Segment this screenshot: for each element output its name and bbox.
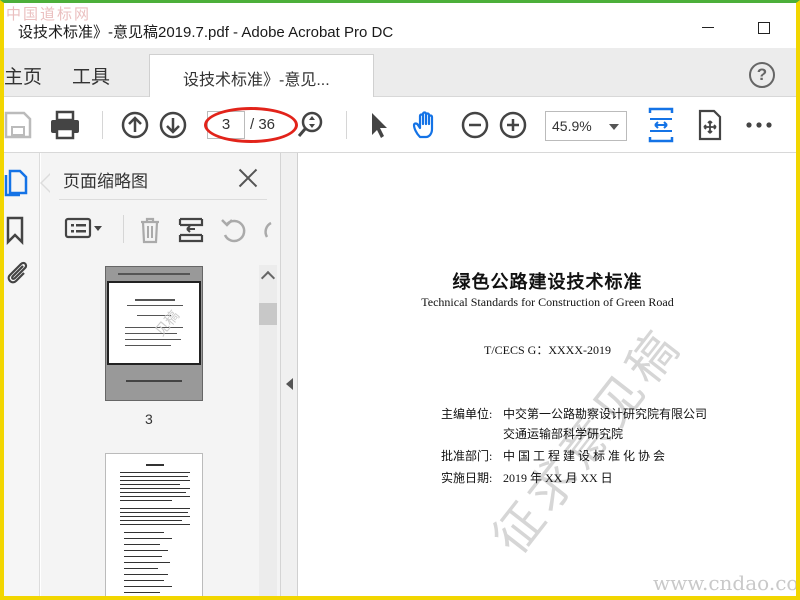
thumb-text-line [120,508,190,509]
save-icon[interactable] [4,109,34,141]
close-panel-icon[interactable] [238,167,258,187]
thumb-text-line [135,299,175,301]
document-subtitle: Technical Standards for Construction of … [421,295,674,309]
zoom-in-icon[interactable] [498,109,528,141]
document-title: 绿色公路建设技术标准 [452,272,643,292]
thumb-text-line [118,273,190,275]
zoom-search-icon[interactable] [296,109,324,141]
prev-page-icon[interactable] [120,109,150,141]
minimize-button[interactable] [698,19,718,37]
thumb-text-line [124,568,158,569]
panel-pointer [40,173,51,193]
thumb-text-line [120,512,188,513]
zoom-level-select[interactable]: 45.9% [545,111,627,141]
rotate-left-icon[interactable] [219,215,249,245]
page-thumbnail-3[interactable]: 见稿 [105,266,203,401]
thumb-watermark: 见稿 [152,307,183,340]
divider [59,199,267,200]
page-thumbnail-4[interactable] [105,453,203,596]
tab-bar: 主页 工具 设技术标准》-意见... ? [4,48,796,98]
thumb-text-line [146,464,164,466]
toolbar: 3 / 36 45.9% [4,97,796,153]
date-label: 实施日期: [441,471,493,485]
red-highlight-circle [204,107,298,143]
tab-document-label: 设技术标准》-意见... [183,72,330,89]
page-thumbnails-icon[interactable] [4,167,30,197]
site-watermark: www.cndao.com [653,571,799,595]
zoom-out-icon[interactable] [460,109,490,141]
delete-icon[interactable] [137,215,163,245]
thumb-text-line [126,380,182,382]
collapse-arrow-icon [286,378,293,390]
next-page-icon[interactable] [158,109,188,141]
thumb-text-line [124,592,160,593]
extract-pages-icon[interactable] [177,215,205,245]
thumb-text-line [124,544,160,545]
thumbnail-panel: 页面缩略图 见稿 3 [40,153,281,596]
thumbnail-toolbar [41,209,281,249]
scroll-up-icon[interactable] [260,270,276,286]
editor-name-1: 中交第一公路勘察设计研究院有限公司 [503,407,708,421]
thumb-text-line [127,305,183,306]
options-menu-icon[interactable] [63,215,105,243]
thumb-text-line [120,524,190,525]
thumb-text-line [120,480,190,481]
approver-name: 中 国 工 程 建 设 标 准 化 协 会 [503,449,666,463]
thumb-text-line [124,574,168,575]
panel-collapse-handle[interactable] [281,153,298,596]
thumb-page-content: 见稿 [107,281,201,365]
scrollbar-thumb[interactable] [259,303,277,325]
editor-name-2: 交通运输部科学研究院 [503,427,624,441]
thumb-text-line [125,339,181,340]
thumbnail-scrollbar[interactable] [259,265,277,596]
thumb-text-line [120,472,190,473]
toolbar-separator [123,215,124,243]
tab-tools[interactable]: 工具 [72,62,110,89]
thumbnail-panel-title: 页面缩略图 [63,172,148,191]
thumb-text-line [120,492,186,493]
navigation-strip [4,153,40,596]
thumb-text-line [120,488,190,489]
document-view[interactable]: 征求意见稿 绿色公路建设技术标准 Technical Standards for… [299,153,796,596]
thumb-text-line [120,520,182,521]
thumb-text-line [124,556,162,557]
title-bar: 中国道标网 设技术标准》-意见稿2019.7.pdf - Adobe Acrob… [4,3,796,41]
thumb-text-line [124,532,164,533]
thumb-text-line [120,484,180,485]
standard-code: T/CECS G：XXXX-2019 [483,343,611,357]
thumb-text-line [120,476,188,477]
thumb-text-line [124,586,172,587]
thumb-text-line [120,500,172,501]
thumb-text-line [124,562,170,563]
select-arrow-icon[interactable] [366,109,392,141]
tab-document[interactable]: 设技术标准》-意见... [149,54,374,98]
toolbar-separator [346,111,347,139]
attachment-icon[interactable] [4,257,30,287]
thumb-text-line [125,345,171,346]
editor-label: 主编单位: [441,407,493,421]
thumb-text-line [120,496,190,497]
scroll-mode-icon[interactable] [696,109,724,141]
thumb-text-line [124,538,172,539]
maximize-button[interactable] [754,19,774,37]
thumb-text-line [124,550,168,551]
window-title: 设技术标准》-意见稿2019.7.pdf - Adobe Acrobat Pro… [18,24,394,41]
bookmark-icon[interactable] [4,215,28,245]
fit-page-icon[interactable] [644,107,678,143]
zoom-level-value: 45.9% [552,118,592,134]
effective-date: 2019 年 XX 月 XX 日 [503,471,613,485]
toolbar-separator [102,111,103,139]
help-button[interactable]: ? [749,62,775,88]
rotate-right-icon[interactable] [259,215,273,245]
app-window: 中国道标网 设技术标准》-意见稿2019.7.pdf - Adobe Acrob… [0,0,800,600]
hand-icon[interactable] [410,109,444,141]
chevron-down-icon [609,124,619,130]
approver-label: 批准部门: [441,449,493,463]
more-icon[interactable] [744,109,774,141]
print-icon[interactable] [48,109,82,141]
thumb-text-line [120,516,190,517]
thumb-text-line [124,580,164,581]
tab-home[interactable]: 主页 [4,62,42,89]
thumbnail-page-label: 3 [145,411,153,427]
